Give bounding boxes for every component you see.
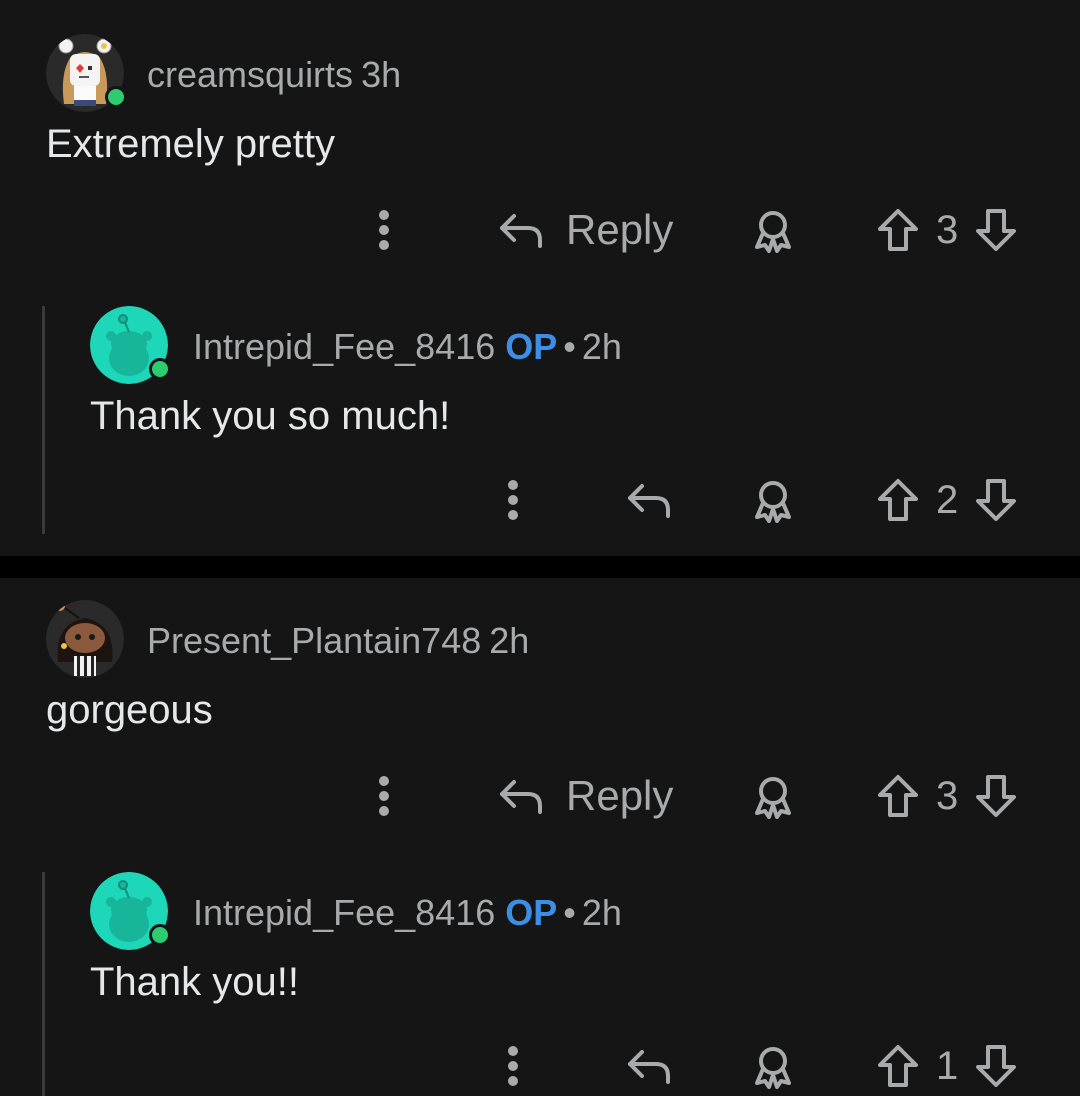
reply-meta: Intrepid_Fee_8416 OP • 2h (193, 892, 622, 934)
downvote-icon[interactable] (974, 773, 1018, 819)
reply-button[interactable] (626, 470, 672, 530)
timestamp: 2h (489, 620, 530, 661)
reply-body: Thank you so much! (90, 394, 451, 438)
avatar[interactable] (90, 872, 171, 950)
comment-body: Extremely pretty (46, 122, 335, 166)
score: 3 (936, 773, 959, 818)
reply-arrow-icon (628, 484, 670, 518)
award-icon (755, 481, 791, 523)
reply-arrow-icon (500, 780, 542, 814)
online-status-dot (149, 358, 171, 380)
more-options-button[interactable] (372, 766, 396, 826)
timestamp: 2h (581, 892, 622, 933)
award-icon (755, 211, 791, 253)
meta-separator: • (563, 326, 576, 367)
award-icon (755, 1047, 791, 1089)
more-vertical-icon (508, 1046, 518, 1086)
more-options-button[interactable] (372, 200, 396, 260)
more-options-button[interactable] (501, 470, 525, 530)
comment-meta: creamsquirts 3h (147, 54, 401, 96)
upvote-icon[interactable] (876, 773, 920, 819)
reply-label: Reply (566, 772, 674, 819)
comment-actions: Reply 3 (0, 766, 1080, 826)
comment-thread-2: Present_Plantain748 2h gorgeous Reply 3 … (0, 578, 1080, 1096)
reply-actions: 2 (0, 470, 1080, 530)
avatar[interactable] (90, 306, 171, 384)
award-button[interactable] (750, 1036, 796, 1096)
more-options-button[interactable] (501, 1036, 525, 1096)
reply-arrow-icon (500, 214, 542, 248)
online-status-dot (105, 86, 127, 108)
avatar[interactable] (46, 34, 127, 112)
comment-body: gorgeous (46, 688, 213, 732)
award-button[interactable] (750, 766, 796, 826)
avatar[interactable] (46, 600, 124, 678)
downvote-icon[interactable] (974, 1043, 1018, 1089)
vote-controls: 1 (876, 1036, 1018, 1096)
award-button[interactable] (750, 470, 796, 530)
vote-controls: 3 (876, 766, 1018, 826)
comment-actions: Reply 3 (0, 200, 1080, 260)
upvote-icon[interactable] (876, 1043, 920, 1089)
score: 3 (936, 207, 959, 252)
score: 1 (936, 1043, 959, 1088)
award-button[interactable] (750, 200, 796, 260)
downvote-icon[interactable] (974, 207, 1018, 253)
op-badge: OP (505, 892, 558, 933)
timestamp: 3h (361, 54, 402, 95)
award-icon (755, 777, 791, 819)
reply-meta: Intrepid_Fee_8416 OP • 2h (193, 326, 622, 368)
reply-actions: 1 (0, 1036, 1080, 1096)
timestamp: 2h (581, 326, 622, 367)
username[interactable]: Intrepid_Fee_8416 (193, 892, 495, 933)
username[interactable]: Present_Plantain748 (147, 620, 481, 661)
reply-button[interactable]: Reply (498, 766, 673, 826)
reply-body: Thank you!! (90, 960, 300, 1004)
snoo-avatar-icon (46, 600, 124, 678)
thread-separator (0, 556, 1080, 578)
username[interactable]: Intrepid_Fee_8416 (193, 326, 495, 367)
upvote-icon[interactable] (876, 207, 920, 253)
meta-separator: • (563, 892, 576, 933)
reply-button[interactable]: Reply (498, 200, 673, 260)
vote-controls: 3 (876, 200, 1018, 260)
more-vertical-icon (379, 776, 389, 816)
more-vertical-icon (508, 480, 518, 520)
score: 2 (936, 477, 959, 522)
vote-controls: 2 (876, 470, 1018, 530)
comment-thread-1: creamsquirts 3h Extremely pretty Reply 3… (0, 0, 1080, 556)
upvote-icon[interactable] (876, 477, 920, 523)
more-vertical-icon (379, 210, 389, 250)
reply-button[interactable] (626, 1036, 672, 1096)
username[interactable]: creamsquirts (147, 54, 353, 95)
online-status-dot (149, 924, 171, 946)
reply-label: Reply (566, 206, 674, 253)
comment-meta: Present_Plantain748 2h (147, 620, 529, 662)
op-badge: OP (505, 326, 558, 367)
downvote-icon[interactable] (974, 477, 1018, 523)
reply-arrow-icon (628, 1050, 670, 1084)
